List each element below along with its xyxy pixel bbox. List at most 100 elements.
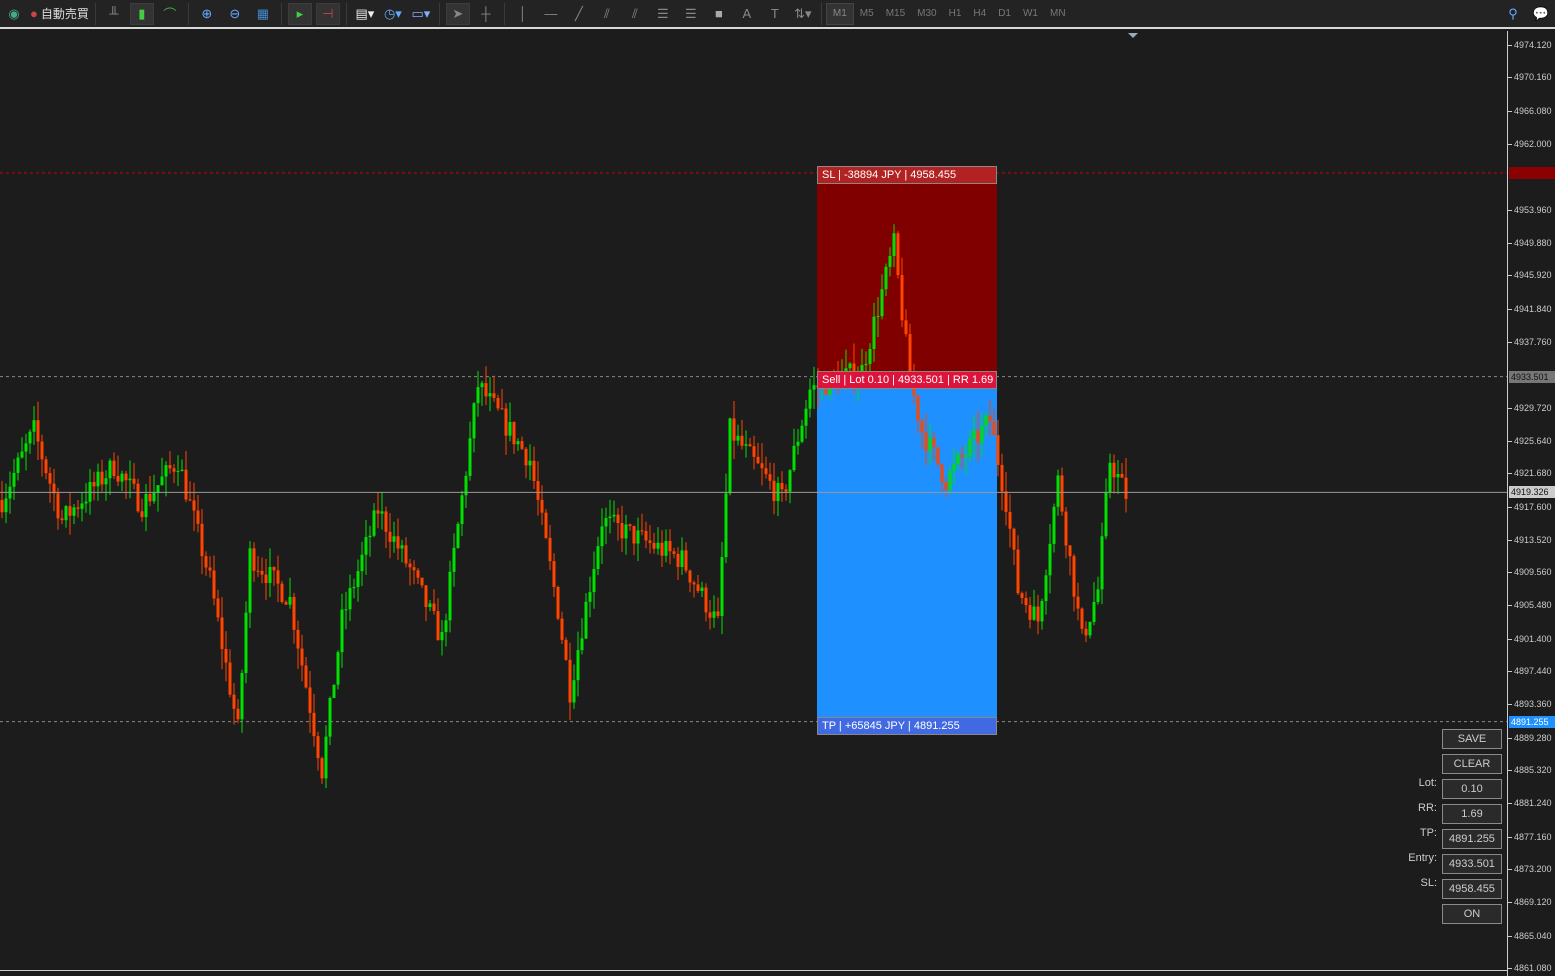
candle-body [1056, 475, 1060, 507]
sl-field[interactable]: 4958.455 [1442, 879, 1502, 899]
candle-body [128, 478, 132, 481]
candle-body [544, 512, 548, 538]
templates-icon[interactable]: ▭▾ [409, 3, 433, 25]
candle-body [352, 586, 356, 589]
fibo-retracement-icon[interactable]: ☰ [651, 3, 675, 25]
tile-windows-icon[interactable]: ▦ [251, 3, 275, 25]
fibo-channel-icon[interactable]: ⫽ [623, 3, 647, 25]
candle-body [892, 233, 896, 257]
candle-body [528, 460, 532, 466]
sl-label[interactable]: SL | -38894 JPY | 4958.455 [817, 165, 997, 184]
price-chart[interactable] [0, 31, 1507, 970]
entry-field-label: Entry: [1408, 852, 1437, 864]
candle-body [780, 482, 784, 490]
candle-body [648, 540, 652, 543]
candle-body [76, 507, 80, 509]
crosshair-icon[interactable]: ┼ [474, 3, 498, 25]
rectangle-icon[interactable]: ■ [707, 3, 731, 25]
candle-body [184, 469, 188, 500]
candle-body [492, 393, 496, 398]
candle-body [484, 383, 488, 397]
candle-body [864, 363, 868, 366]
candle-body [1092, 601, 1096, 622]
candle-body [12, 472, 16, 487]
candle-body [920, 420, 924, 433]
candle-body [888, 256, 892, 267]
globe-icon[interactable]: ◉ [2, 3, 26, 25]
periods-clock-icon[interactable]: ◷▾ [381, 3, 405, 25]
price-tick-label: 4909.560 [1508, 567, 1552, 578]
candle-body [576, 650, 580, 681]
bar-chart-icon[interactable]: ╨ [102, 3, 126, 25]
candlestick-chart-icon[interactable]: ▮ [129, 2, 154, 25]
tp-label[interactable]: TP | +65845 JPY | 4891.255 [817, 716, 997, 735]
candle-body [584, 601, 588, 639]
chart-shift-icon[interactable]: ⊣ [315, 2, 340, 25]
candle-body [508, 422, 512, 436]
indicators-icon[interactable]: ▤▾ [353, 3, 377, 25]
candle-body [688, 570, 692, 583]
price-tick-label: 4974.120 [1508, 40, 1552, 50]
candle-body [1096, 589, 1100, 602]
search-icon[interactable]: ⚲ [1501, 3, 1525, 25]
candle-body [748, 444, 752, 447]
timeframe-mn[interactable]: MN [1044, 3, 1072, 25]
timeframe-m30[interactable]: M30 [911, 3, 942, 25]
line-chart-icon[interactable]: ⌒ [158, 3, 182, 25]
horizontal-line-icon[interactable]: — [539, 3, 563, 25]
candle-body [1036, 606, 1040, 622]
candle-body [208, 567, 212, 571]
lot-field[interactable]: 0.10 [1442, 779, 1502, 799]
arrows-icon[interactable]: ⇅▾ [791, 3, 815, 25]
auto-trading-button[interactable]: ● 自動売買 [30, 3, 89, 25]
candle-body [196, 510, 200, 524]
entry-price-tag: 4933.501 [1509, 370, 1555, 383]
timeframe-m1[interactable]: M1 [825, 2, 854, 25]
candle-body [676, 553, 680, 567]
rr-field[interactable]: 1.69 [1442, 804, 1502, 824]
text-icon[interactable]: A [735, 3, 759, 25]
fibo-fan-icon[interactable]: ☰ [679, 3, 703, 25]
candle-body [168, 465, 172, 469]
candle-body [368, 535, 372, 538]
candle-body [800, 425, 804, 442]
vertical-line-icon[interactable]: │ [511, 3, 535, 25]
candle-body [700, 587, 704, 591]
entry-label[interactable]: Sell | Lot 0.10 | 4933.501 | RR 1.69 [817, 370, 997, 389]
chat-icon[interactable]: 💬 [1529, 3, 1553, 25]
timeframe-h1[interactable]: H1 [943, 3, 968, 25]
candle-body [904, 320, 908, 335]
equidistant-channel-icon[interactable]: ⫽ [595, 3, 619, 25]
zoom-out-icon[interactable]: ⊖ [223, 3, 247, 25]
candle-body [48, 473, 52, 484]
candle-body [120, 473, 124, 482]
candle-body [288, 597, 292, 605]
candle-body [572, 680, 576, 703]
price-tick-label: 4861.080 [1508, 963, 1552, 973]
candle-body [880, 289, 884, 317]
text-label-icon[interactable]: T [763, 3, 787, 25]
clear-button[interactable]: CLEAR [1442, 754, 1502, 774]
zoom-in-icon[interactable]: ⊕ [195, 3, 219, 25]
timeframe-d1[interactable]: D1 [992, 3, 1017, 25]
candle-body [32, 420, 36, 432]
cursor-icon[interactable]: ➤ [445, 2, 470, 25]
save-button[interactable]: SAVE [1442, 729, 1502, 749]
trendline-icon[interactable]: ╱ [567, 3, 591, 25]
timeframe-w1[interactable]: W1 [1017, 3, 1044, 25]
timeframe-m15[interactable]: M15 [880, 3, 911, 25]
candle-body [940, 464, 944, 483]
candle-body [276, 570, 280, 584]
candle-body [96, 471, 100, 487]
auto-scroll-icon[interactable]: ▸ [287, 2, 312, 25]
timeframe-m5[interactable]: M5 [854, 3, 880, 25]
tp-field[interactable]: 4891.255 [1442, 829, 1502, 849]
timeframe-h4[interactable]: H4 [967, 3, 992, 25]
candle-body [356, 571, 360, 587]
candle-body [16, 457, 20, 473]
candle-body [1024, 597, 1028, 606]
candle-body [784, 489, 788, 492]
candle-body [1012, 528, 1016, 550]
on-toggle-button[interactable]: ON [1442, 904, 1502, 924]
entry-field[interactable]: 4933.501 [1442, 854, 1502, 874]
